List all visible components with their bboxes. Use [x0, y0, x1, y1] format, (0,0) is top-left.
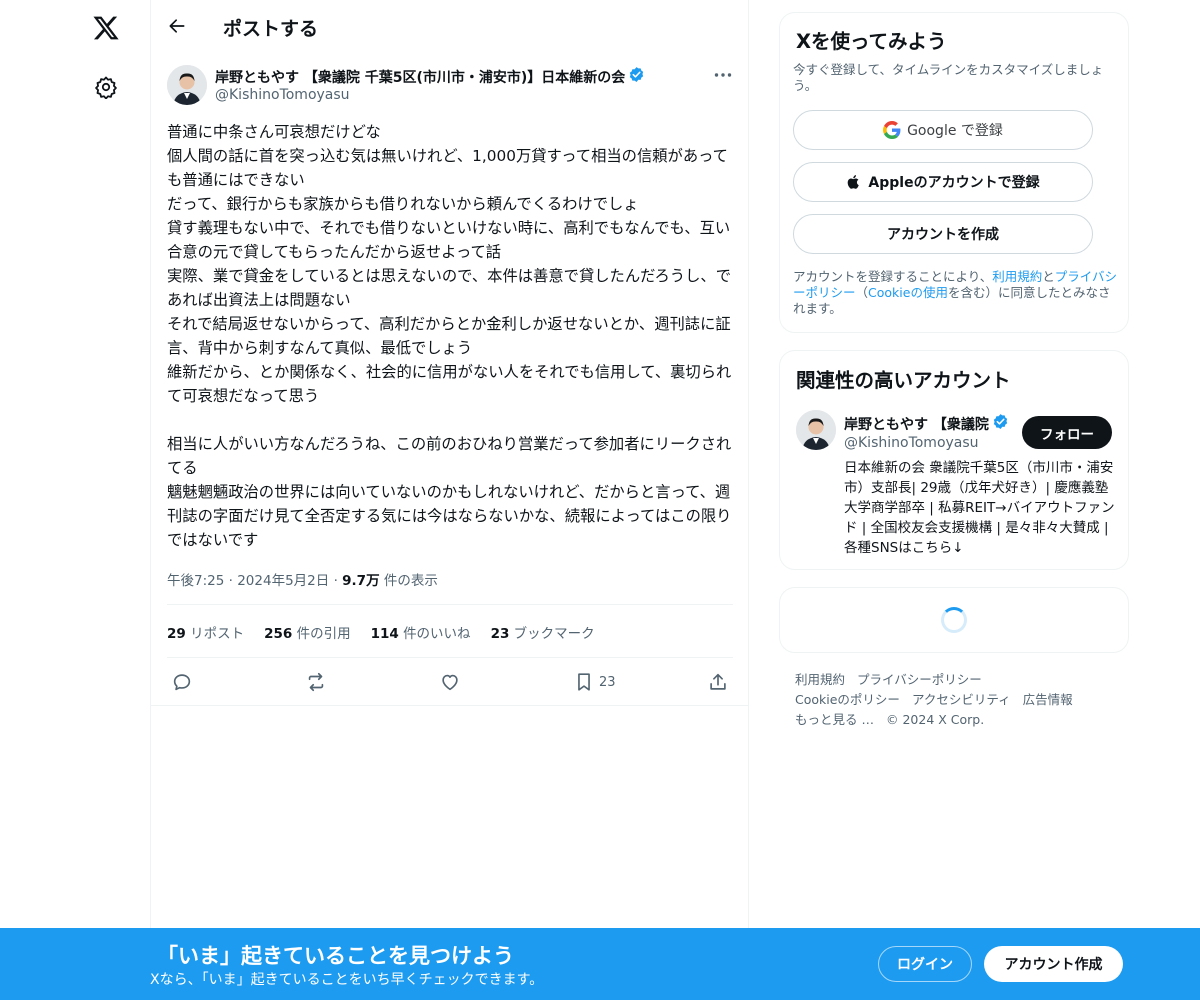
signup-button[interactable]: アカウント作成: [984, 946, 1123, 982]
apple-signup-button[interactable]: Appleのアカウントで登録: [793, 162, 1093, 202]
divider: [167, 657, 733, 658]
main-header: ポストする: [151, 0, 749, 53]
divider: [167, 604, 733, 605]
author-handle[interactable]: @KishinoTomoyasu: [215, 87, 350, 103]
reposts-stat[interactable]: 29 リポスト: [167, 622, 244, 642]
google-signup-label: Google で登録: [907, 123, 1003, 139]
bookmark-button[interactable]: 23: [573, 668, 616, 696]
login-button[interactable]: ログイン: [878, 946, 972, 982]
loading-card: [779, 587, 1129, 653]
gear-icon[interactable]: [86, 67, 126, 107]
create-account-button[interactable]: アカウントを作成: [793, 214, 1093, 254]
post-paragraph: それで結局返せないからって、高利だからとか金利しか返せないとか、週刊誌に証言、背…: [167, 315, 731, 357]
views-count: 9.7万: [342, 573, 380, 589]
back-arrow-icon[interactable]: [159, 8, 195, 44]
post-paragraph: 維新だから、とか関係なく、社会的に信用がない人をそれでも信用して、裏切られて可哀…: [167, 363, 732, 405]
like-icon[interactable]: [439, 668, 461, 696]
related-name[interactable]: 岸野ともやす 【衆議院: [844, 413, 1009, 434]
post-paragraph: 個人間の話に首を突っ込む気は無いけれど、1,000万貸すって相当の信頼があっても…: [167, 147, 728, 189]
follow-button[interactable]: フォロー: [1022, 416, 1112, 449]
post-paragraph: 普通に中条さん可哀想だけどな: [167, 123, 381, 141]
related-bio: 日本維新の会 衆議院千葉5区（市川市・浦安市）支部長| 29歳（戊年犬好き）| …: [844, 460, 1115, 556]
signup-title: Xを使ってみよう: [796, 30, 947, 53]
likes-stat[interactable]: 114 件のいいね: [371, 622, 471, 642]
post-date[interactable]: 2024年5月2日: [237, 573, 329, 589]
left-nav: [0, 0, 150, 1000]
bookmark-action-count: 23: [599, 674, 616, 690]
repost-icon[interactable]: [304, 668, 328, 696]
quotes-stat[interactable]: 256 件の引用: [264, 622, 350, 642]
x-logo-icon[interactable]: [86, 8, 126, 48]
loading-spinner-icon: [941, 607, 967, 633]
post-paragraph: 相当に人がいい方なんだろうね、この前のおひねり営業だって参加者にリークされてる: [167, 435, 732, 477]
footer-accessibility-link[interactable]: アクセシビリティ: [912, 690, 1011, 710]
post-paragraph: だって、銀行からも家族からも借りれないから頼んでくるわけでしょ: [167, 195, 639, 213]
signup-subtitle: 今すぐ登録して、タイムラインをカスタマイズしましょう。: [793, 62, 1104, 93]
apple-signup-label: Appleのアカウントで登録: [868, 175, 1040, 191]
post-paragraph: 貸す義理もない中で、それでも借りないといけない時に、高利でもなんでも、互い合意の…: [167, 219, 731, 261]
footer-ads-link[interactable]: 広告情報: [1023, 690, 1073, 710]
signup-legal-text: アカウントを登録することにより、利用規約とプライバシーポリシー（Cookieの使…: [793, 269, 1118, 316]
bottom-bar-title: 「いま」起きていることを見つけよう: [157, 944, 514, 968]
footer-cookie-link[interactable]: Cookieのポリシー: [795, 690, 900, 710]
google-icon: [883, 121, 901, 139]
main-column: ポストする 岸野ともやす 【衆議院 千葉5区(市川市・浦安市)】日本維新の会 @…: [150, 0, 749, 1000]
apple-icon: [848, 175, 860, 189]
signup-card: Xを使ってみよう 今すぐ登録して、タイムラインをカスタマイズしましょう。 Goo…: [779, 12, 1129, 333]
post-paragraph: 実際、業で貸金をしているとは思えないので、本件は善意で貸したんだろうし、であれば…: [167, 267, 731, 309]
more-options-icon[interactable]: [709, 64, 737, 86]
post-text: 普通に中条さん可哀想だけどな 個人間の話に首を突っ込む気は無いけれど、1,000…: [167, 120, 733, 552]
divider: [151, 705, 749, 706]
footer-more-link[interactable]: もっと見る …: [795, 710, 874, 730]
footer-copyright: © 2024 X Corp.: [885, 712, 985, 727]
post-stats: 29 リポスト 256 件の引用 114 件のいいね 23 ブックマーク: [167, 622, 595, 642]
related-name-text: 岸野ともやす 【衆議院: [844, 416, 989, 433]
post-actions: 23: [167, 668, 733, 696]
views-label: 件の表示: [383, 573, 438, 589]
footer-privacy-link[interactable]: プライバシーポリシー: [857, 670, 982, 690]
cookie-link[interactable]: Cookieの使用: [868, 285, 948, 300]
create-account-label: アカウントを作成: [887, 227, 999, 243]
author-name[interactable]: 岸野ともやす 【衆議院 千葉5区(市川市・浦安市)】日本維新の会: [215, 66, 645, 87]
author-name-text: 岸野ともやす 【衆議院 千葉5区(市川市・浦安市)】日本維新の会: [215, 69, 626, 86]
bookmark-icon: [578, 673, 590, 691]
post-paragraph: 魑魅魍魎政治の世界には向いていないのかもしれないけれど、だからと言って、週刊誌の…: [167, 483, 732, 549]
terms-link[interactable]: 利用規約: [992, 269, 1042, 284]
related-title: 関連性の高いアカウント: [796, 369, 1011, 392]
related-avatar[interactable]: [796, 410, 836, 450]
bookmarks-stat[interactable]: 23 ブックマーク: [491, 622, 595, 642]
post-meta: 午後7:25 · 2024年5月2日 · 9.7万 件の表示: [167, 573, 438, 589]
reply-icon[interactable]: [171, 668, 193, 696]
related-accounts-card: 関連性の高いアカウント 岸野ともやす 【衆議院 @KishinoTomoyasu…: [779, 350, 1129, 570]
verified-badge-icon: [628, 66, 645, 87]
bottom-signup-bar: 「いま」起きていることを見つけよう Xなら、「いま」起きていることをいち早くチェ…: [0, 928, 1200, 1000]
footer-links: 利用規約 プライバシーポリシー Cookieのポリシー アクセシビリティ 広告情報 も…: [795, 670, 1125, 730]
footer-terms-link[interactable]: 利用規約: [795, 670, 845, 690]
author-avatar[interactable]: [167, 65, 207, 105]
google-signup-button[interactable]: Google で登録: [793, 110, 1093, 150]
related-handle[interactable]: @KishinoTomoyasu: [844, 435, 979, 451]
post-time[interactable]: 午後7:25: [167, 573, 224, 589]
page-title: ポストする: [223, 18, 319, 40]
bottom-bar-subtitle: Xなら、「いま」起きていることをいち早くチェックできます。: [150, 972, 544, 988]
verified-badge-icon: [992, 413, 1009, 434]
share-icon[interactable]: [707, 668, 729, 696]
